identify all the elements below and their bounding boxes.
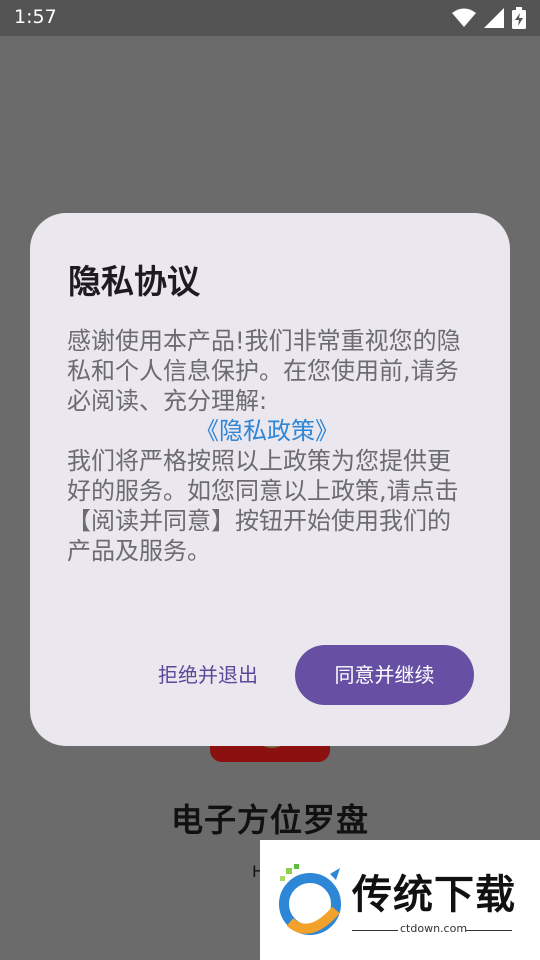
divider	[352, 930, 398, 931]
watermark: 传统下载 ctdown.com	[260, 840, 540, 960]
wifi-icon	[452, 8, 476, 27]
dialog-body: 感谢使用本产品!我们非常重视您的隐私和个人信息保护。在您使用前,请务必阅读、充分…	[67, 326, 467, 566]
status-bar: 1:57	[0, 0, 540, 36]
reject-exit-button[interactable]: 拒绝并退出	[148, 653, 268, 697]
watermark-brand: 传统下载	[352, 872, 516, 918]
agree-continue-button[interactable]: 同意并继续	[295, 645, 474, 705]
divider	[466, 930, 512, 931]
watermark-url: ctdown.com	[400, 922, 468, 935]
dialog-title: 隐私协议	[68, 262, 200, 301]
signal-icon	[484, 8, 504, 28]
app-title: 电子方位罗盘	[170, 801, 369, 839]
privacy-dialog: 隐私协议 感谢使用本产品!我们非常重视您的隐私和个人信息保护。在您使用前,请务必…	[30, 213, 510, 746]
battery-charging-icon	[512, 7, 526, 29]
status-time: 1:57	[14, 6, 57, 28]
privacy-policy-link[interactable]: 《隐私政策》	[67, 416, 467, 446]
dialog-body-outro: 我们将严格按照以上政策为您提供更好的服务。如您同意以上政策,请点击【阅读并同意】…	[67, 447, 459, 565]
dialog-body-intro: 感谢使用本产品!我们非常重视您的隐私和个人信息保护。在您使用前,请务必阅读、充分…	[67, 327, 461, 415]
brand-logo-icon	[279, 864, 341, 935]
status-icons	[452, 6, 526, 30]
